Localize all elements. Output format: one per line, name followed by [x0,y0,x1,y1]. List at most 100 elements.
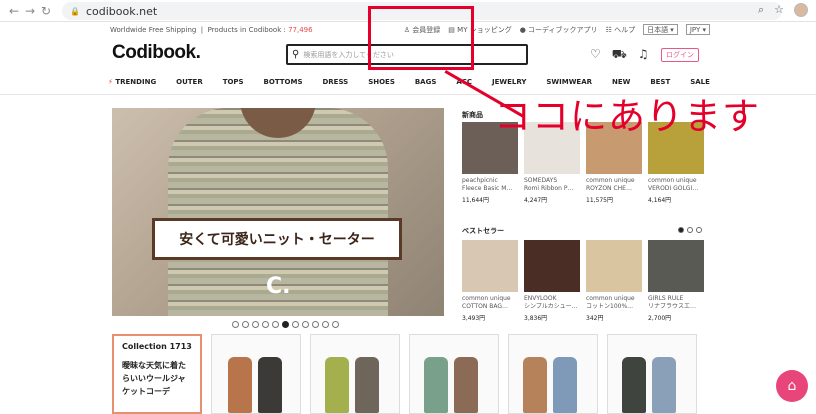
outfit-card[interactable] [409,334,499,414]
product-price: 4,164円 [648,197,672,204]
outfit-card[interactable] [508,334,598,414]
product-price: 3,493円 [462,315,486,322]
product-name: シンプルカシュー… [524,303,578,310]
bolt-icon: ⚡ [108,78,113,86]
hanger-icon[interactable]: ⌂ [776,370,808,402]
product-price: 4,247円 [524,197,548,204]
apple-icon: ● [519,25,526,34]
carousel-dot-active[interactable] [282,321,289,328]
product-card[interactable]: GIRLS RULE リナブラウスエ… 2,700円 [648,240,704,322]
product-brand: ENVYLOOK [524,295,557,302]
outfit-image [325,357,349,413]
product-name: ROYZON CHE… [586,185,632,192]
product-price: 11,575円 [586,197,613,204]
product-brand: common unique [586,295,635,302]
product-price: 3,836円 [524,315,548,322]
annotation-highlight-box [368,6,474,70]
carousel-dot[interactable] [322,321,329,328]
nav-bottoms[interactable]: BOTTOMS [264,78,303,86]
annotation-text: ココにあります [494,95,760,138]
product-name: Romi Ribbon P… [524,185,574,192]
nav-sale[interactable]: SALE [690,78,710,86]
reload-icon[interactable]: ↻ [38,4,54,18]
currency-select[interactable]: JPY ▾ [685,24,710,35]
url-text: codibook.net [85,4,158,18]
product-image [524,240,580,292]
profile-avatar[interactable] [794,3,808,17]
hero-banner-text: 安くて可愛いニット・セーター [152,218,402,260]
collection-card[interactable]: Collection 1713 曖昧な天気に着たらいいウールジャケットコーデ [112,334,202,414]
carousel-dot[interactable] [262,321,269,328]
outfit-card[interactable] [310,334,400,414]
product-brand: peachpicnic [462,177,498,184]
outfit-image [258,357,282,413]
best-sellers-row: common unique COTTON BAG… 3,493円 ENVYLOOK シン… [462,240,704,322]
star-icon[interactable]: ☆ [774,3,784,17]
product-price: 11,644円 [462,197,489,204]
outfit-image [424,357,448,413]
product-card[interactable]: ENVYLOOK シンプルカシュー… 3,836円 [524,240,580,322]
nav-shoes[interactable]: SHOES [368,78,395,86]
carousel-dot[interactable] [332,321,339,328]
product-price: 2,700円 [648,315,672,322]
best-sellers-pager [678,227,702,233]
outfit-image [454,357,478,413]
product-brand: common unique [462,295,511,302]
outfit-image [553,357,577,413]
hero-logo-mark: C. [266,274,291,299]
new-items-title: 新商品 [462,111,483,119]
product-name: コットン100%… [586,303,634,310]
carousel-dot[interactable] [272,321,279,328]
cart-icon[interactable]: ⛟ [612,47,627,63]
forward-icon[interactable]: → [22,4,38,18]
carousel-dot[interactable] [242,321,249,328]
heart-icon[interactable]: ♡ [590,47,601,63]
pager-dot[interactable] [687,227,693,233]
nav-outer[interactable]: OUTER [176,78,203,86]
nav-new[interactable]: NEW [612,78,630,86]
outfit-card[interactable] [607,334,697,414]
nav-tops[interactable]: TOPS [223,78,244,86]
outfit-card[interactable] [211,334,301,414]
carousel-dot[interactable] [292,321,299,328]
site-logo[interactable]: Codibook. [112,42,201,64]
zoom-icon[interactable]: ⌕ [758,3,764,17]
outfit-image [355,357,379,413]
product-brand: common unique [648,177,697,184]
collections-row: Collection 1713 曖昧な天気に着たらいいウールジャケットコーデ [112,334,697,414]
collection-title: Collection 1713 [122,342,192,351]
product-image [462,240,518,292]
product-image [586,240,642,292]
nav-best[interactable]: BEST [650,78,670,86]
carousel-dot[interactable] [302,321,309,328]
carousel-dots [232,321,339,328]
help-icon: ☷ [605,25,612,34]
outfit-image [622,357,646,413]
carousel-dot[interactable] [232,321,239,328]
nav-swimwear[interactable]: SWIMWEAR [546,78,592,86]
nav-jewelry[interactable]: JEWELRY [492,78,526,86]
products-label: Products in Codibook : [207,26,286,34]
nav-dress[interactable]: DRESS [322,78,348,86]
bell-icon[interactable]: ♫ [638,47,649,63]
carousel-dot[interactable] [312,321,319,328]
app-link[interactable]: ● コーディブックアプリ [520,25,598,35]
language-select[interactable]: 日本語 ▾ [643,24,678,35]
products-count: 77,496 [288,26,313,34]
collection-desc: 曖昧な天気に着たらいいウールジャケットコーデ [122,361,186,396]
shipping-text: Worldwide Free Shipping [110,26,197,34]
product-name: リナブラウスエ… [648,303,697,310]
carousel-dot[interactable] [252,321,259,328]
product-brand: GIRLS RULE [648,295,684,302]
pager-dot-active[interactable] [678,227,684,233]
product-card[interactable]: common unique コットン100%… 342円 [586,240,642,322]
product-card[interactable]: common unique COTTON BAG… 3,493円 [462,240,518,322]
login-button[interactable]: ログイン [661,48,699,62]
pager-dot[interactable] [696,227,702,233]
help-link[interactable]: ☷ ヘルプ [606,25,636,35]
hero-banner[interactable]: 安くて可愛いニット・セーター C. [112,108,444,316]
back-icon[interactable]: ← [6,4,22,18]
nav-trending[interactable]: ⚡ TRENDING [108,78,156,86]
search-icon: ⚲ [292,49,300,60]
nav-bags[interactable]: BAGS [415,78,437,86]
